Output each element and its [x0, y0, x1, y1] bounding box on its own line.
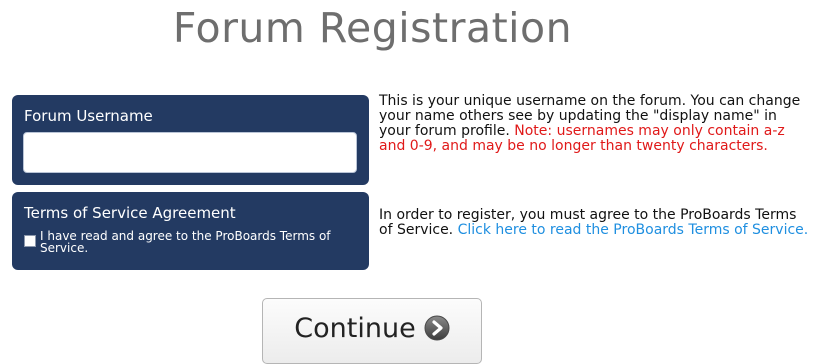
- tos-label: Terms of Service Agreement: [24, 204, 236, 222]
- username-input[interactable]: [23, 132, 357, 173]
- username-label: Forum Username: [24, 107, 153, 125]
- tos-agree-row[interactable]: I have read and agree to the ProBoards T…: [24, 230, 354, 254]
- tos-help-text: In order to register, you must agree to …: [379, 208, 809, 238]
- tos-agree-label[interactable]: I have read and agree to the ProBoards T…: [40, 230, 354, 254]
- username-panel: Forum Username: [12, 95, 369, 185]
- tos-agree-checkbox[interactable]: [24, 235, 36, 247]
- arrow-right-circle-icon: [424, 315, 450, 341]
- tos-link[interactable]: Click here to read the ProBoards Terms o…: [458, 222, 809, 238]
- continue-label: Continue: [294, 312, 416, 344]
- tos-panel: Terms of Service Agreement I have read a…: [12, 192, 369, 270]
- username-help-text: This is your unique username on the foru…: [379, 94, 809, 154]
- continue-button[interactable]: Continue: [262, 298, 482, 364]
- page-title: Forum Registration: [172, 4, 573, 52]
